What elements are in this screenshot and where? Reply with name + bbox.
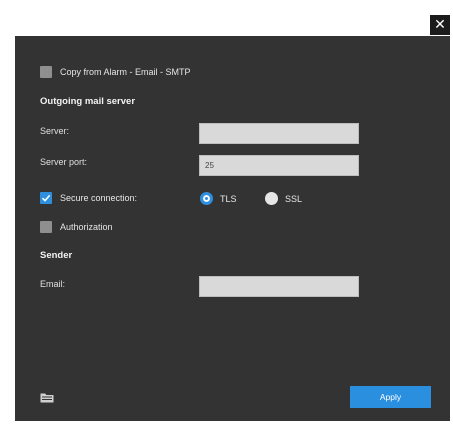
sender-title: Sender <box>40 250 73 261</box>
authorization-label: Authorization <box>60 222 113 232</box>
server-label: Server: <box>40 126 70 136</box>
checkmark-icon <box>41 194 51 202</box>
folder-icon[interactable] <box>40 390 54 408</box>
tls-label: TLS <box>220 193 237 204</box>
copy-option[interactable]: Copy from Alarm - Email - SMTP <box>40 66 191 78</box>
tls-option[interactable]: TLS <box>200 192 237 205</box>
close-button[interactable]: ✕ <box>430 15 450 35</box>
ssl-label: SSL <box>285 193 303 204</box>
server-input[interactable] <box>199 123 359 144</box>
outgoing-mail-server-title: Outgoing mail server <box>40 96 136 107</box>
secure-connection-checkbox[interactable] <box>40 192 52 204</box>
ssl-radio[interactable] <box>265 192 278 205</box>
copy-checkbox[interactable] <box>40 66 52 78</box>
copy-option-label: Copy from Alarm - Email - SMTP <box>60 67 191 77</box>
server-port-label: Server port: <box>40 157 88 167</box>
email-input[interactable] <box>199 276 359 297</box>
authorization-checkbox[interactable] <box>40 221 52 233</box>
apply-button[interactable]: Apply <box>350 386 431 408</box>
email-label: Email: <box>40 279 66 289</box>
secure-connection-option[interactable]: Secure connection: <box>40 192 137 204</box>
smtp-settings-dialog: Copy from Alarm - Email - SMTP Outgoing … <box>15 36 450 421</box>
tls-radio[interactable] <box>200 192 213 205</box>
secure-connection-label: Secure connection: <box>60 193 138 203</box>
ssl-option[interactable]: SSL <box>265 192 302 205</box>
server-port-input[interactable]: 25 <box>199 155 359 176</box>
authorization-option[interactable]: Authorization <box>40 221 113 233</box>
close-icon: ✕ <box>434 17 446 33</box>
